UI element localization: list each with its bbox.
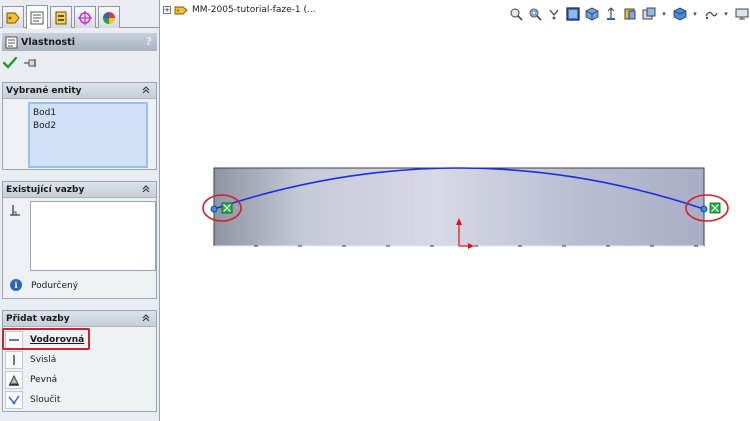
existing-relations-title: Existující vazby: [6, 184, 85, 195]
help-button[interactable]: ?: [146, 35, 152, 48]
selected-entities-list[interactable]: Bod1 Bod2: [28, 102, 148, 168]
existing-relations-group: Existující vazby i Podurčený: [2, 181, 157, 299]
point-bod1[interactable]: [210, 205, 218, 213]
manager-tabstrip: [0, 4, 160, 29]
selected-entities-title: Vybrané entity: [6, 85, 82, 96]
coincident-marker-icon: [221, 202, 233, 214]
point-bod2[interactable]: [700, 205, 708, 213]
highlight-annotation: [2, 328, 90, 350]
fix-relation-icon: [5, 371, 23, 389]
configurationmanager-icon: [55, 11, 67, 24]
checkmark-icon: [3, 57, 17, 69]
tab-featuremanager[interactable]: [2, 6, 24, 28]
coincident-marker-icon: [709, 202, 721, 214]
add-relations-group: Přidat vazby Vodorovná Svislá Pevná Slou…: [2, 310, 157, 412]
add-relations-header[interactable]: Přidat vazby: [3, 311, 156, 327]
graphics-area[interactable]: + MM-2005-tutorial-faze-1 (... ▾ ▾ ▾: [161, 0, 750, 421]
featuremanager-icon: [6, 12, 20, 23]
part-drawing: [202, 167, 729, 249]
add-relations-title: Přidat vazby: [6, 313, 70, 324]
fix-relation-button[interactable]: Pevná: [5, 371, 155, 389]
pushpin-icon: [24, 59, 36, 67]
ok-button[interactable]: [3, 56, 17, 70]
merge-relation-button[interactable]: Sloučit: [5, 391, 155, 409]
pin-button[interactable]: [23, 56, 39, 70]
vertical-relation-button[interactable]: Svislá: [5, 351, 155, 369]
merge-relation-icon: [5, 391, 23, 409]
collapse-chevron-icon[interactable]: [141, 313, 151, 323]
tab-displaymanager[interactable]: [98, 6, 120, 28]
tab-configurationmanager[interactable]: [50, 6, 72, 28]
list-item[interactable]: Bod1: [33, 107, 143, 120]
constraint-status-text: Podurčený: [31, 281, 79, 291]
relations-icon: [10, 205, 20, 216]
collapse-chevron-icon[interactable]: [141, 85, 151, 95]
existing-relations-list[interactable]: [30, 201, 156, 271]
vertical-relation-label: Svislá: [30, 355, 57, 365]
collapse-chevron-icon[interactable]: [141, 184, 151, 194]
crosshair-icon: [78, 10, 92, 25]
propertymanager-icon: [30, 11, 44, 24]
color-wheel-icon: [103, 11, 115, 24]
tab-dimxpert[interactable]: [74, 6, 96, 28]
properties-icon: [5, 36, 18, 48]
existing-relations-header[interactable]: Existující vazby: [3, 182, 156, 198]
selected-entities-group: Vybrané entity Bod1 Bod2: [2, 82, 157, 170]
property-manager-panel: Vlastnosti ? Vybrané entity Bod1 Bod2 Ex…: [0, 0, 160, 421]
merge-relation-label: Sloučit: [30, 395, 61, 405]
property-manager-title: Vlastnosti: [21, 36, 75, 48]
tab-propertymanager[interactable]: [26, 5, 48, 29]
fix-relation-label: Pevná: [30, 375, 58, 385]
selected-entities-header[interactable]: Vybrané entity: [3, 83, 156, 99]
list-item[interactable]: Bod2: [33, 120, 143, 133]
property-manager-title-bar: Vlastnosti ?: [2, 33, 157, 51]
vertical-relation-icon: [5, 351, 23, 369]
info-icon: i: [10, 279, 22, 291]
